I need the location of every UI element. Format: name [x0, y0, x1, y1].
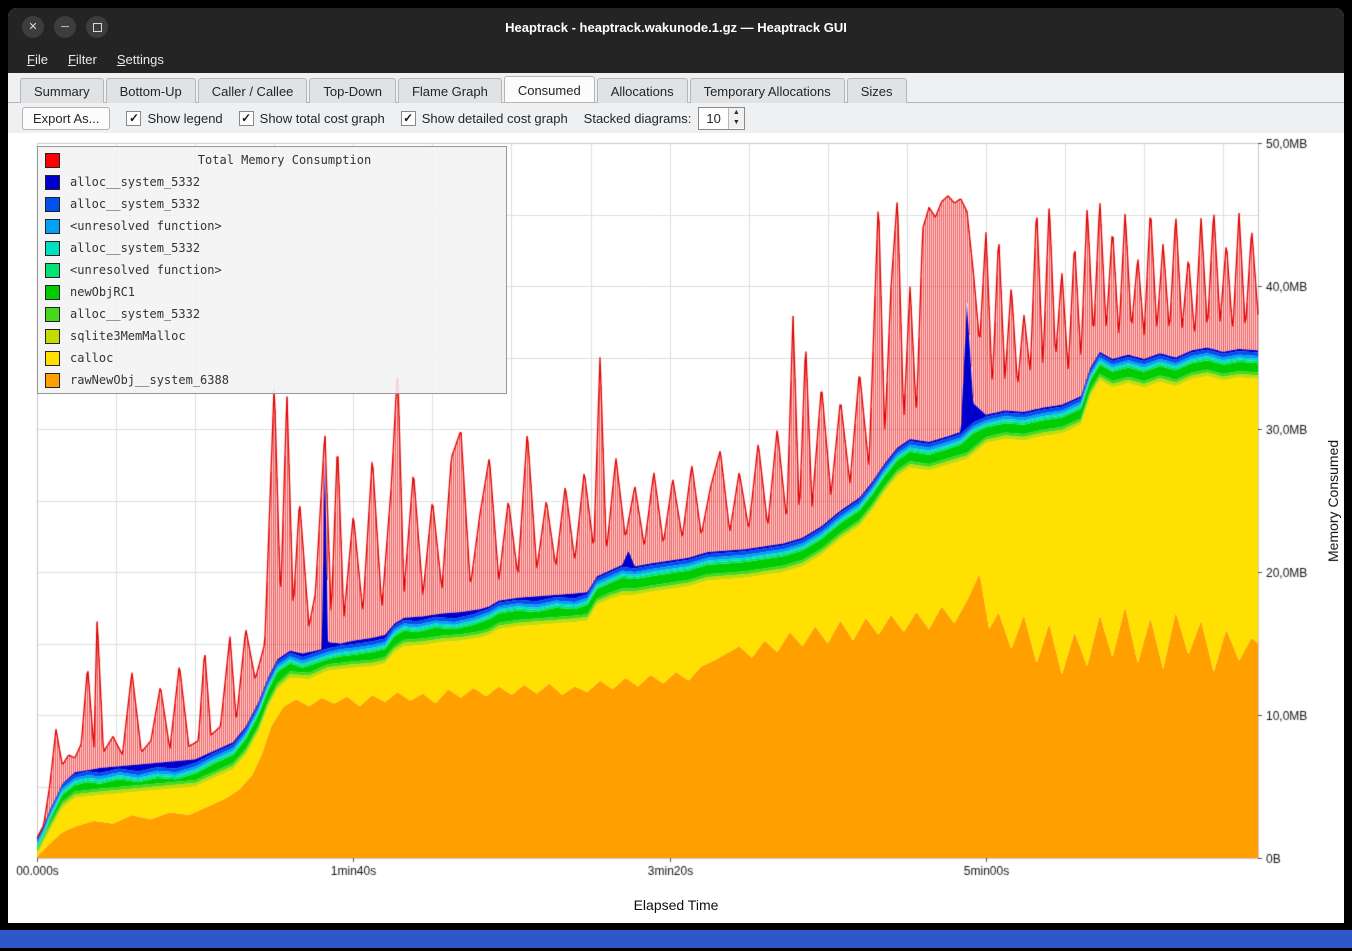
toolbar-checkboxes: ✓ Show legend ✓ Show total cost graph ✓ Show …: [126, 111, 567, 126]
spinbox-arrows: ▲ ▼: [728, 108, 744, 129]
checkbox-label: Show detailed cost graph: [422, 111, 568, 126]
legend-item: newObjRC1: [38, 281, 506, 303]
tab-flame-graph[interactable]: Flame Graph: [398, 78, 502, 103]
x-axis-title: Elapsed Time: [8, 897, 1344, 913]
legend-item: Total Memory Consumption: [38, 149, 506, 171]
legend-color-swatch: [45, 263, 60, 278]
tab-caller-callee[interactable]: Caller / Callee: [198, 78, 308, 103]
maximize-icon: [93, 23, 102, 32]
checkbox-indicator[interactable]: ✓: [401, 111, 416, 126]
menu-filter[interactable]: Filter: [59, 48, 106, 71]
legend-item: rawNewObj__system_6388: [38, 369, 506, 391]
menu-settings[interactable]: Settings: [108, 48, 173, 71]
checkbox-show-detailed-cost-graph[interactable]: ✓ Show detailed cost graph: [401, 111, 568, 126]
stacked-diagrams-spinbox[interactable]: 10 ▲ ▼: [698, 107, 744, 130]
legend-label: calloc: [70, 351, 113, 365]
legend-item: alloc__system_5332: [38, 171, 506, 193]
checkbox-indicator[interactable]: ✓: [239, 111, 254, 126]
legend-color-swatch: [45, 153, 60, 168]
tab-temporary-allocations[interactable]: Temporary Allocations: [690, 78, 845, 103]
titlebar: ✕─ Heaptrack - heaptrack.wakunode.1.gz —…: [8, 8, 1344, 46]
legend-color-swatch: [45, 373, 60, 388]
legend-label: <unresolved function>: [70, 219, 222, 233]
chart-area: Total Memory Consumption alloc__system_53…: [8, 133, 1344, 923]
tab-bottom-up[interactable]: Bottom-Up: [106, 78, 196, 103]
legend-color-swatch: [45, 351, 60, 366]
legend-label: <unresolved function>: [70, 263, 222, 277]
spin-down-button[interactable]: ▼: [729, 118, 744, 128]
window-controls: ✕─: [22, 16, 108, 38]
tab-sizes[interactable]: Sizes: [847, 78, 907, 103]
chart-legend: Total Memory Consumption alloc__system_53…: [37, 146, 507, 394]
legend-color-swatch: [45, 307, 60, 322]
app-window: ✕─ Heaptrack - heaptrack.wakunode.1.gz —…: [8, 8, 1344, 923]
checkbox-show-legend[interactable]: ✓ Show legend: [126, 111, 222, 126]
legend-item: sqlite3MemMalloc: [38, 325, 506, 347]
window-title: Heaptrack - heaptrack.wakunode.1.gz — He…: [8, 20, 1344, 35]
tab-consumed[interactable]: Consumed: [504, 76, 595, 102]
menubar: FileFilterSettings: [8, 46, 1344, 73]
legend-label: alloc__system_5332: [70, 197, 200, 211]
maximize-button[interactable]: [86, 16, 108, 38]
legend-label: rawNewObj__system_6388: [70, 373, 229, 387]
close-icon: ✕: [28, 22, 37, 33]
tab-bar: SummaryBottom-UpCaller / CalleeTop-DownF…: [8, 73, 1344, 103]
stacked-diagrams-control: Stacked diagrams: 10 ▲ ▼: [584, 107, 745, 130]
legend-color-swatch: [45, 197, 60, 212]
legend-color-swatch: [45, 329, 60, 344]
legend-label: newObjRC1: [70, 285, 135, 299]
legend-item: <unresolved function>: [38, 259, 506, 281]
checkbox-label: Show legend: [147, 111, 222, 126]
legend-item: alloc__system_5332: [38, 193, 506, 215]
legend-label: alloc__system_5332: [70, 241, 200, 255]
spin-up-button[interactable]: ▲: [729, 108, 744, 118]
spinbox-value[interactable]: 10: [699, 108, 727, 129]
y-axis-title: Memory Consumed: [1325, 440, 1341, 562]
tab-top-down[interactable]: Top-Down: [309, 78, 396, 103]
legend-color-swatch: [45, 219, 60, 234]
export-as-button[interactable]: Export As...: [22, 107, 110, 130]
menu-file[interactable]: File: [18, 48, 57, 71]
tab-summary[interactable]: Summary: [20, 78, 104, 103]
toolbar: Export As... ✓ Show legend ✓ Show total cos…: [8, 103, 1344, 133]
legend-label: alloc__system_5332: [70, 307, 200, 321]
minimize-button[interactable]: ─: [54, 16, 76, 38]
legend-label: alloc__system_5332: [70, 175, 200, 189]
minimize-icon: ─: [61, 22, 69, 33]
legend-color-swatch: [45, 241, 60, 256]
legend-color-swatch: [45, 285, 60, 300]
legend-color-swatch: [45, 175, 60, 190]
stacked-diagrams-label: Stacked diagrams:: [584, 111, 692, 126]
legend-item: alloc__system_5332: [38, 237, 506, 259]
checkbox-show-total-cost-graph[interactable]: ✓ Show total cost graph: [239, 111, 385, 126]
tab-allocations[interactable]: Allocations: [597, 78, 688, 103]
background-window-strip[interactable]: [0, 930, 1352, 948]
checkbox-label: Show total cost graph: [260, 111, 385, 126]
legend-item: alloc__system_5332: [38, 303, 506, 325]
legend-item: <unresolved function>: [38, 215, 506, 237]
legend-item: calloc: [38, 347, 506, 369]
checkbox-indicator[interactable]: ✓: [126, 111, 141, 126]
legend-label: Total Memory Consumption: [70, 153, 499, 167]
legend-label: sqlite3MemMalloc: [70, 329, 186, 343]
close-button[interactable]: ✕: [22, 16, 44, 38]
